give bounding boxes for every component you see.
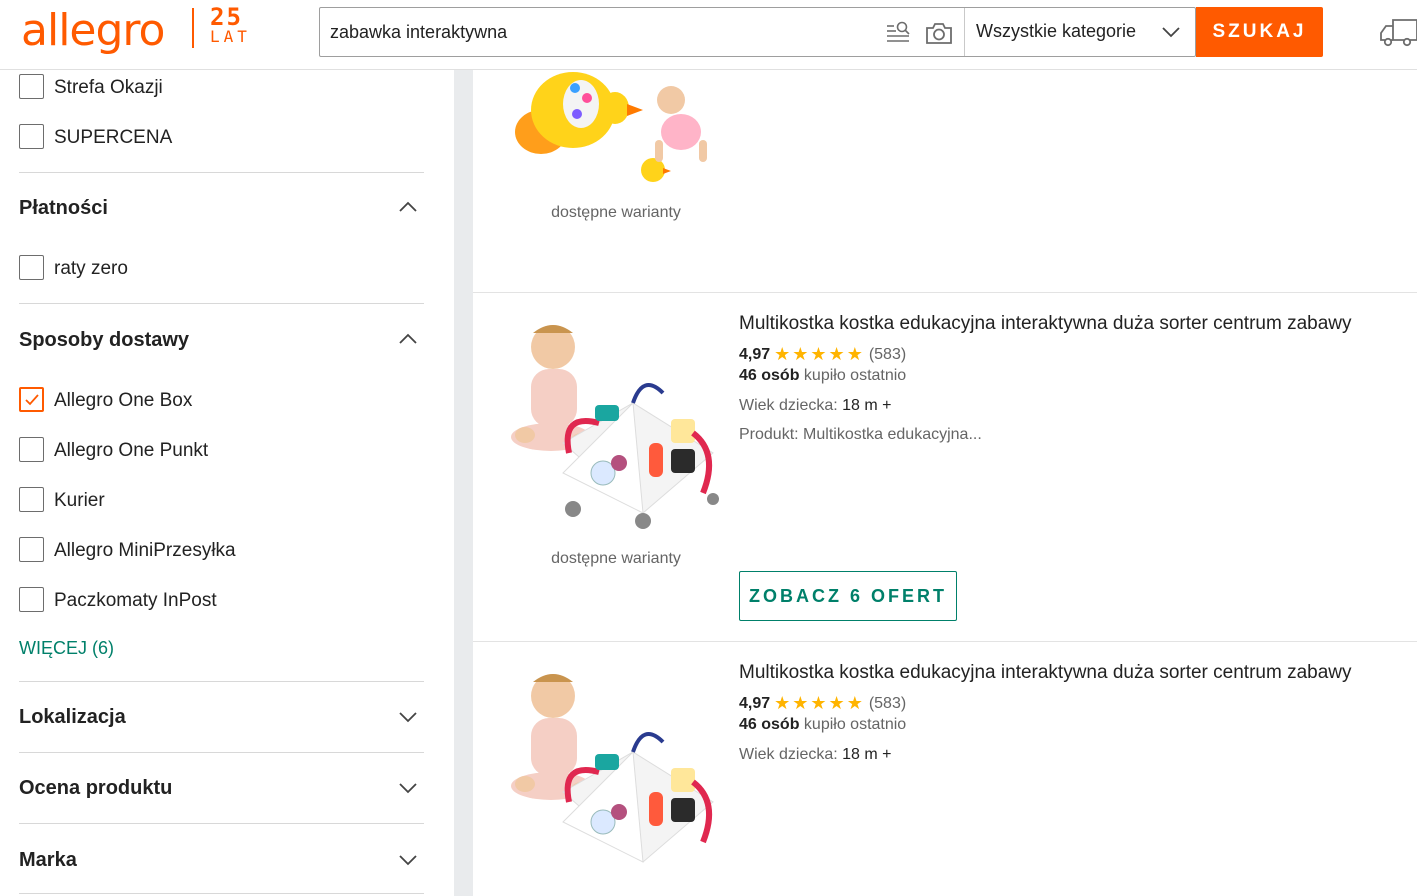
filters-sidebar (0, 70, 454, 896)
section-divider (19, 893, 424, 894)
checkbox[interactable] (19, 587, 44, 612)
checkbox[interactable] (19, 487, 44, 512)
chevron-up-icon[interactable] (398, 200, 418, 214)
param-label: Wiek dziecka: (739, 397, 843, 414)
chevron-up-icon[interactable] (398, 332, 418, 346)
filter-label: SUPERCENA (54, 127, 173, 148)
buyers-count: 46 osób (739, 367, 800, 384)
filter-allegro-one-punkt[interactable]: Allegro One Punkt (19, 437, 424, 463)
param-product: Produkt: Multikostka edukacyjna... (739, 426, 982, 444)
chevron-down-icon[interactable] (398, 781, 418, 795)
layout-gutter (454, 70, 473, 896)
checkbox[interactable] (19, 74, 44, 99)
filter-raty-zero[interactable]: raty zero (19, 255, 424, 281)
section-title-payments[interactable]: Płatności (19, 197, 108, 220)
category-label: Wszystkie kategorie (976, 21, 1137, 41)
recent-buyers: 46 osób kupiło ostatnio (739, 367, 906, 385)
section-divider (19, 303, 424, 304)
rating-value: 4,97 (739, 695, 771, 712)
product-title[interactable]: Multikostka kostka edukacyjna interaktyw… (739, 313, 1352, 335)
filter-strefa-okazji[interactable]: Strefa Okazji (19, 74, 424, 100)
product-image-activity-cube[interactable] (503, 313, 723, 535)
section-title-brand[interactable]: Marka (19, 849, 77, 872)
chevron-down-icon[interactable] (398, 853, 418, 867)
filter-allegro-miniprzesylka[interactable]: Allegro MiniPrzesyłka (19, 537, 424, 563)
param-age: Wiek dziecka: 18 m + (739, 397, 892, 415)
listing-separator (473, 641, 1417, 642)
filter-label: raty zero (54, 258, 128, 279)
search-history-icon[interactable] (885, 20, 911, 46)
camera-icon[interactable] (925, 20, 953, 46)
filter-label: Paczkomaty InPost (54, 590, 217, 611)
search-bar: Wszystkie kategorie (319, 7, 1196, 57)
param-value: Multikostka edukacyjna... (803, 426, 982, 443)
badge-number: 25 (210, 3, 243, 31)
star-rating-icon: ★★★★★ (774, 344, 865, 364)
checkbox[interactable] (19, 124, 44, 149)
param-value: 18 m + (842, 746, 892, 763)
filter-paczkomaty-inpost[interactable]: Paczkomaty InPost (19, 587, 424, 613)
review-count: (583) (868, 346, 907, 363)
product-title[interactable]: Multikostka kostka edukacyjna interaktyw… (739, 662, 1352, 684)
badge-text: LAT (210, 27, 251, 46)
checkbox[interactable] (19, 255, 44, 280)
top-header: allegro 25 LAT Wszystkie kategorie (0, 0, 1417, 70)
section-divider (19, 172, 424, 173)
param-value: 18 m + (842, 397, 892, 414)
filter-kurier[interactable]: Kurier (19, 487, 424, 513)
section-title-location[interactable]: Lokalizacja (19, 706, 126, 729)
param-label: Wiek dziecka: (739, 746, 843, 763)
section-divider (19, 752, 424, 753)
product-rating: 4,97 ★★★★★ (583) (739, 693, 906, 714)
truck-icon[interactable] (1380, 16, 1417, 48)
listing-separator (473, 292, 1417, 293)
variants-label: dostępne warianty (551, 204, 681, 221)
buyers-text: kupiło ostatnio (799, 367, 907, 384)
checkmark-icon (25, 394, 39, 406)
section-divider (19, 681, 424, 682)
search-button[interactable]: SZUKAJ (1196, 7, 1323, 57)
filter-label: Kurier (54, 490, 105, 511)
buyers-text: kupiło ostatnio (799, 716, 907, 733)
buyers-count: 46 osób (739, 716, 800, 733)
product-image-activity-cube[interactable] (503, 662, 723, 884)
recent-buyers: 46 osób kupiło ostatnio (739, 716, 906, 734)
filter-label: Allegro One Punkt (54, 440, 209, 461)
variants-label: dostępne warianty (551, 550, 681, 567)
filter-label: Allegro MiniPrzesyłka (54, 540, 236, 561)
checkbox-checked[interactable] (19, 387, 44, 412)
section-title-delivery[interactable]: Sposoby dostawy (19, 329, 189, 352)
param-label: Produkt: (739, 426, 804, 443)
review-count: (583) (868, 695, 907, 712)
section-divider (19, 823, 424, 824)
chevron-down-icon[interactable] (398, 710, 418, 724)
chevron-down-icon (1162, 27, 1180, 38)
filter-supercena[interactable]: SUPERCENA (19, 124, 424, 150)
filter-label: Allegro One Box (54, 390, 193, 411)
search-input[interactable] (320, 8, 865, 56)
more-delivery-link[interactable]: WIĘCEJ (6) (19, 638, 114, 659)
checkbox[interactable] (19, 537, 44, 562)
anniversary-badge: 25 LAT (210, 3, 260, 46)
logo-divider (192, 8, 194, 48)
rating-value: 4,97 (739, 346, 771, 363)
allegro-logo[interactable]: allegro (21, 3, 165, 59)
filter-label: Strefa Okazji (54, 77, 163, 98)
checkbox[interactable] (19, 437, 44, 462)
see-offers-button[interactable]: ZOBACZ 6 OFERT (739, 571, 957, 621)
product-image-duck-toy[interactable] (503, 70, 723, 192)
section-title-rating[interactable]: Ocena produktu (19, 777, 172, 800)
star-rating-icon: ★★★★★ (774, 693, 865, 713)
filter-allegro-one-box[interactable]: Allegro One Box (19, 387, 424, 413)
param-age: Wiek dziecka: 18 m + (739, 746, 892, 764)
category-select[interactable]: Wszystkie kategorie (965, 8, 1196, 56)
product-rating: 4,97 ★★★★★ (583) (739, 344, 906, 365)
